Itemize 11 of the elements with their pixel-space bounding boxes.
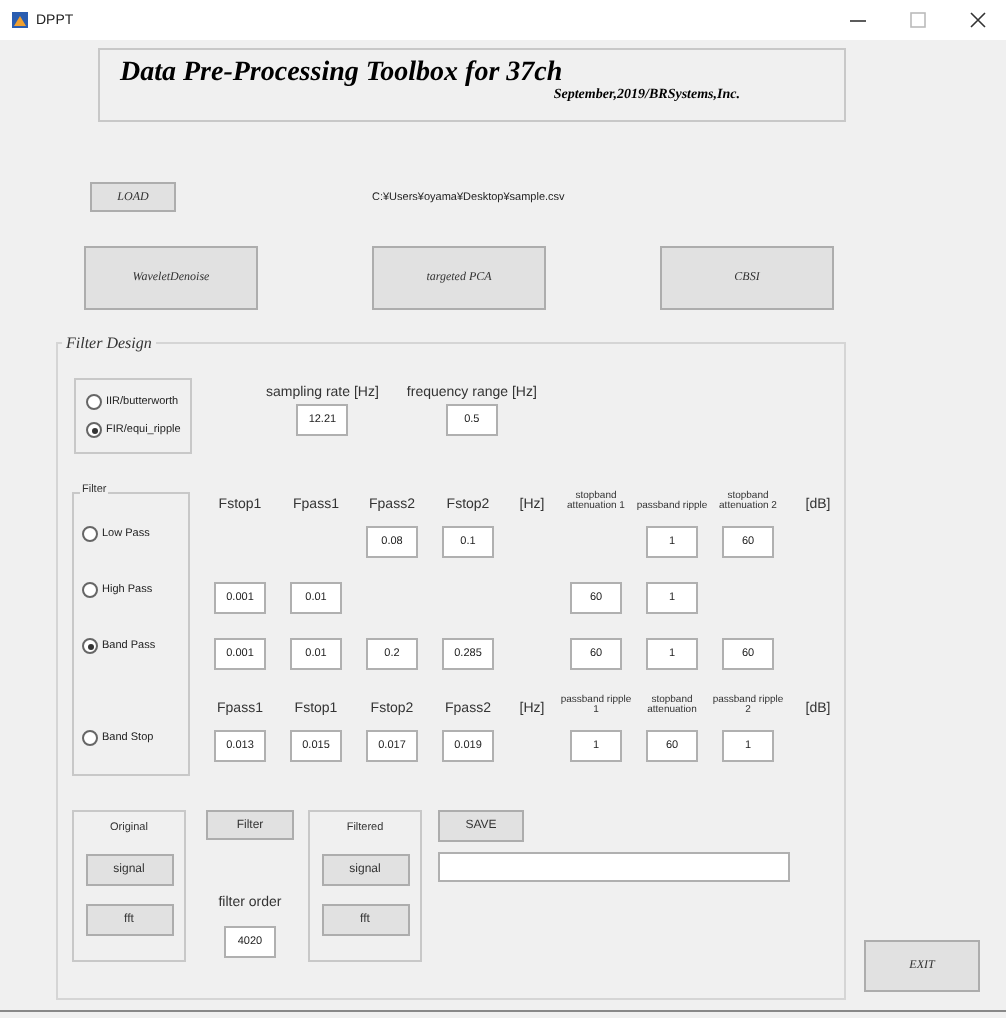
radio-button[interactable] bbox=[86, 394, 102, 410]
radio-button[interactable] bbox=[82, 638, 98, 654]
radio-button[interactable] bbox=[86, 422, 102, 438]
input-field[interactable] bbox=[438, 852, 790, 882]
app-title: Data Pre-Processing Toolbox for 37ch bbox=[120, 58, 565, 88]
app-icon bbox=[12, 12, 28, 28]
panel-title: Filter Design bbox=[64, 334, 154, 352]
radio-button[interactable] bbox=[82, 730, 98, 746]
close-icon[interactable] bbox=[970, 12, 986, 28]
radio-button[interactable] bbox=[82, 526, 98, 542]
radio-button[interactable] bbox=[82, 582, 98, 598]
